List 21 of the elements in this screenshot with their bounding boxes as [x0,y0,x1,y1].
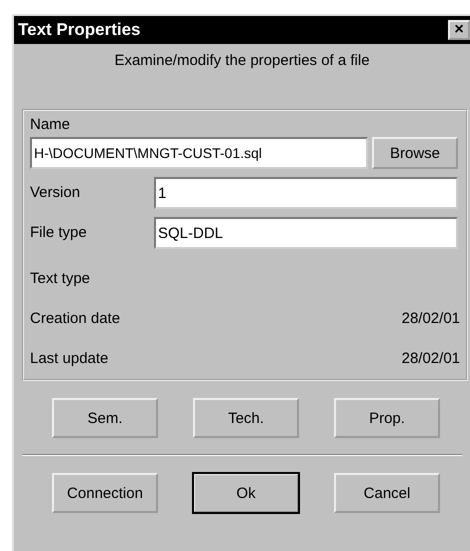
view-button[interactable]: Sem. [52,398,158,438]
input-field[interactable]: SQL-DDL [154,217,458,249]
dialog-button[interactable]: Ok [193,473,299,513]
input-field[interactable]: H-\DOCUMENT\MNGT-CUST-01.sql [30,137,368,169]
info-value: 28/02/01 [402,349,460,369]
field-label: File type [30,223,88,243]
browse-button[interactable]: Browse [372,137,458,169]
info-label: Last update [30,349,108,369]
dialog-button[interactable]: Cancel [334,473,440,513]
input-field[interactable]: 1 [154,177,458,209]
window-title: Text Properties [18,20,141,40]
view-button[interactable]: Prop. [334,398,440,438]
description-text: Examine/modify the properties of a file [113,51,371,69]
info-label: Creation date [30,309,120,329]
info-value: 28/02/01 [402,309,460,329]
close-button[interactable]: × [448,20,470,40]
view-button[interactable]: Tech. [193,398,299,438]
field-label: Name [30,115,72,135]
dialog-button[interactable]: Connection [52,473,158,513]
info-label: Text type [30,269,90,289]
field-label: Version [30,183,82,203]
